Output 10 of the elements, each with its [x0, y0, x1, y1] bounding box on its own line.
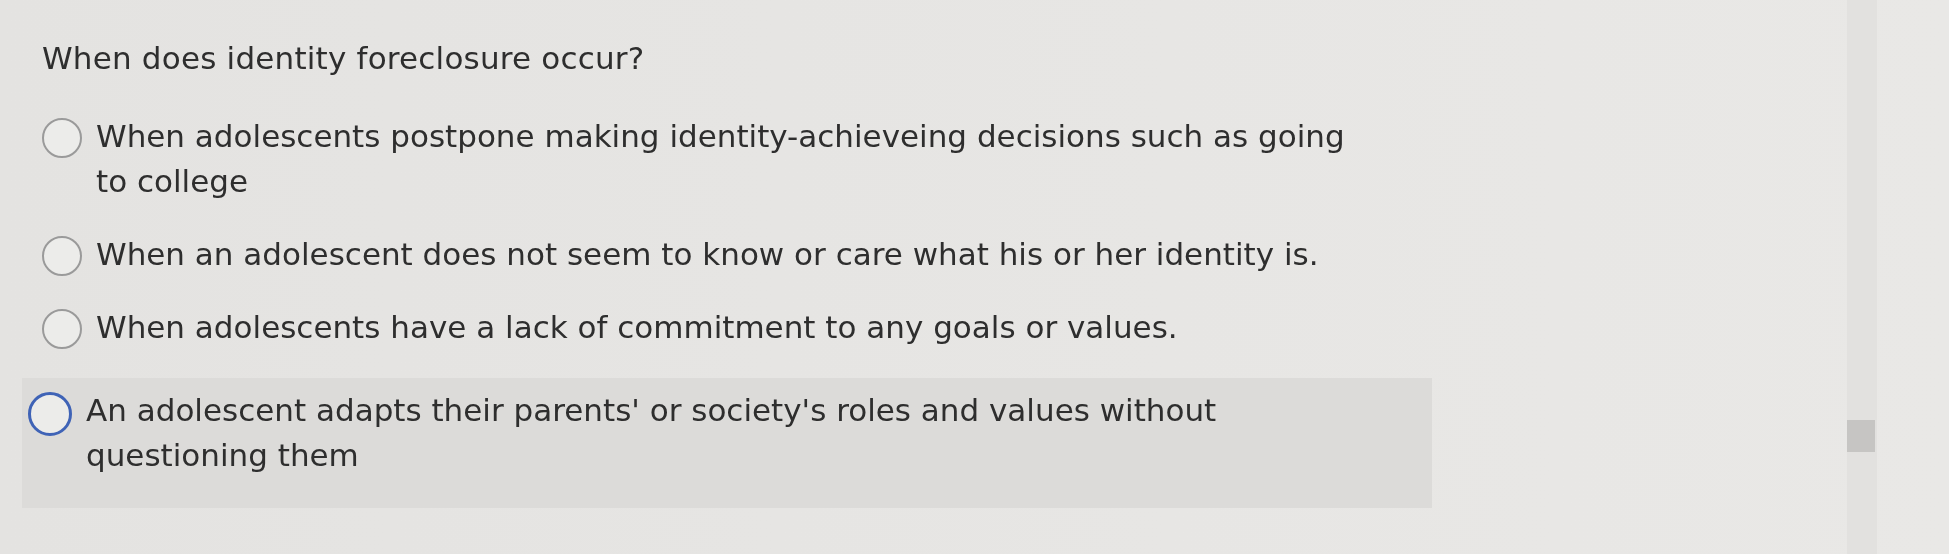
radio-button[interactable]	[42, 236, 82, 276]
option-label[interactable]: When adolescents postpone making identity-achieveing decisions such as going to college	[96, 114, 1346, 204]
question-text: When does identity foreclosure occur?	[42, 40, 646, 76]
option-label[interactable]: An adolescent adapts their parents' or society's roles and values without questioning them	[86, 388, 1336, 478]
radio-button[interactable]	[28, 392, 72, 436]
option-label[interactable]: When adolescents have a lack of commitment to any goals or values.	[96, 305, 1178, 350]
radio-button[interactable]	[42, 309, 82, 349]
radio-button[interactable]	[42, 118, 82, 158]
option-label[interactable]: When an adolescent does not seem to know or care what his or her identity is.	[96, 232, 1319, 277]
scrollbar-thumb[interactable]	[1847, 420, 1875, 452]
